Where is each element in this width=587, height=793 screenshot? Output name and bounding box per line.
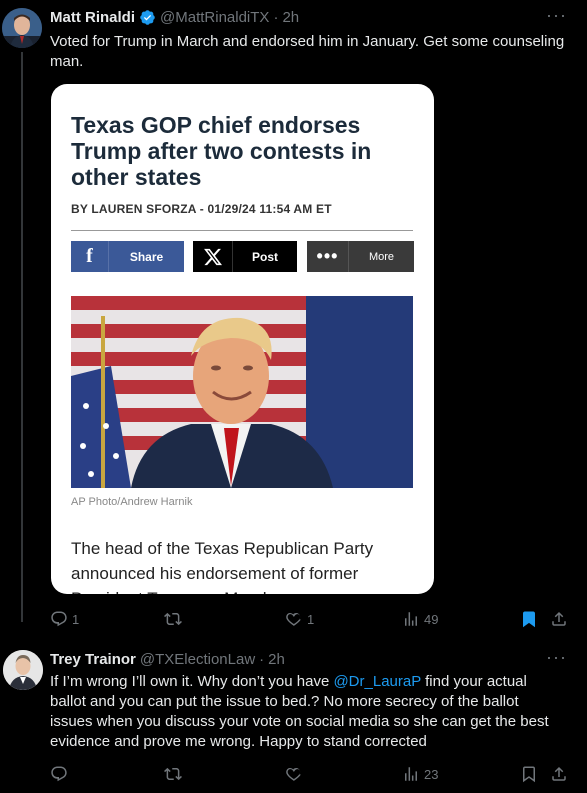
like-icon — [285, 610, 303, 628]
more-icon[interactable]: ··· — [546, 6, 567, 24]
retweet-icon — [164, 765, 182, 783]
reply-count: 1 — [72, 611, 80, 627]
author-handle[interactable]: @MattRinaldiTX — [160, 9, 269, 26]
retweet-button[interactable] — [164, 765, 186, 783]
author-name[interactable]: Trey Trainor — [50, 651, 136, 668]
facebook-icon: f — [71, 241, 109, 272]
like-count: 1 — [307, 611, 315, 627]
share-button[interactable] — [550, 610, 568, 628]
author-name[interactable]: Matt Rinaldi — [50, 9, 135, 26]
avatar-matt-rinaldi[interactable] — [2, 8, 42, 48]
photo-credit: AP Photo/Andrew Harnik — [71, 496, 193, 508]
article-body: The head of the Texas Republican Party a… — [71, 539, 374, 594]
views-button[interactable]: 49 — [402, 610, 438, 628]
tweet1-actions: 1 1 49 — [50, 608, 570, 630]
facebook-share-label: Share — [129, 249, 164, 264]
more-dots-icon: ••• — [307, 241, 349, 272]
views-count: 49 — [424, 611, 439, 627]
timestamp[interactable]: 2h — [268, 651, 285, 668]
timestamp[interactable]: 2h — [282, 9, 299, 26]
share-button[interactable] — [550, 765, 568, 783]
x-post-label: Post — [251, 249, 278, 264]
views-icon — [402, 765, 420, 783]
tweet2-text: If I’m wrong I’ll own it. Why don’t you … — [50, 672, 565, 752]
share-icon — [550, 610, 568, 628]
reply-icon — [50, 765, 68, 783]
separator-dot: · — [273, 9, 279, 26]
more-icon[interactable]: ··· — [546, 648, 567, 666]
divider — [71, 230, 413, 231]
reply-button[interactable] — [50, 765, 72, 783]
views-button[interactable]: 23 — [402, 765, 438, 783]
tweet1-text: Voted for Trump in March and endorsed hi… — [50, 33, 565, 70]
more-share-label: More — [368, 250, 395, 263]
bookmark-button[interactable] — [520, 610, 538, 628]
separator-dot: · — [259, 651, 265, 668]
thread-connector-line — [21, 52, 23, 622]
tweet2-actions: 23 — [50, 763, 570, 785]
article-photo — [71, 296, 413, 488]
more-share-button[interactable]: ••• More — [307, 241, 414, 272]
reply-icon — [50, 610, 68, 628]
verified-badge-icon — [139, 9, 156, 26]
share-icon — [550, 765, 568, 783]
bookmark-icon — [520, 765, 538, 783]
views-count: 23 — [424, 766, 439, 782]
like-icon — [285, 765, 303, 783]
x-post-button[interactable]: Post — [193, 241, 297, 272]
reply-button[interactable]: 1 — [50, 610, 79, 628]
author-handle[interactable]: @TXElectionLaw — [140, 651, 255, 668]
bookmark-button[interactable] — [520, 765, 538, 783]
article-card[interactable]: Texas GOP chief endorses Trump after two… — [51, 84, 434, 594]
retweet-icon — [164, 610, 182, 628]
views-icon — [402, 610, 420, 628]
tweet1-header: Matt Rinaldi @MattRinaldiTX · 2h — [50, 9, 299, 26]
retweet-button[interactable] — [164, 610, 186, 628]
x-logo-icon — [193, 241, 233, 272]
tweet2-header: Trey Trainor @TXElectionLaw · 2h — [50, 651, 285, 668]
like-button[interactable]: 1 — [285, 610, 314, 628]
mention-link[interactable]: @Dr_LauraP — [333, 673, 421, 690]
like-button[interactable] — [285, 765, 307, 783]
article-headline: Texas GOP chief endorses Trump after two… — [71, 112, 372, 190]
facebook-share-button[interactable]: f Share — [71, 241, 184, 272]
tweet2-text-part1: If I’m wrong I’ll own it. Why don’t you … — [50, 673, 334, 690]
avatar-trey-trainor[interactable] — [3, 650, 43, 690]
bookmark-icon — [520, 610, 538, 628]
article-byline: BY LAUREN SFORZA - 01/29/24 11:54 AM ET — [71, 202, 332, 216]
